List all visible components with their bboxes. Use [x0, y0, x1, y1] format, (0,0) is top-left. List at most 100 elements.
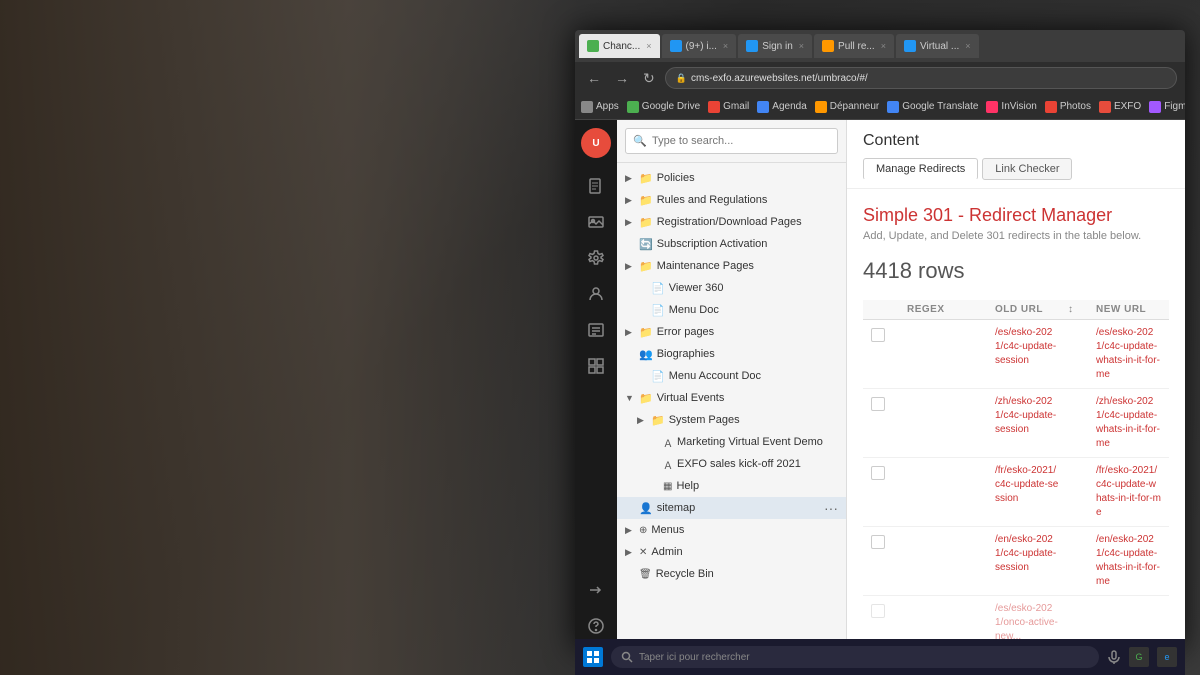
tree-arrow: ▶	[625, 261, 635, 272]
bookmark-photos[interactable]: Photos	[1045, 101, 1091, 113]
tab-manage-redirects[interactable]: Manage Redirects	[863, 158, 978, 180]
search-taskbar[interactable]: Taper ici pour rechercher	[611, 646, 1099, 668]
table-row[interactable]: /fr/esko-2021/c4c-update-session /fr/esk…	[863, 458, 1169, 527]
dashboard-icon	[588, 358, 604, 374]
taskbar-app-2[interactable]: e	[1157, 647, 1177, 667]
table-icon: ▦	[663, 481, 672, 492]
sidebar-item-settings[interactable]	[580, 242, 612, 274]
tree-item-sitemap[interactable]: 👤 sitemap ···	[617, 497, 846, 519]
sidebar-item-dashboard[interactable]	[580, 350, 612, 382]
back-button[interactable]: ←	[583, 68, 605, 88]
microphone-icon[interactable]	[1107, 650, 1121, 664]
row-old-url[interactable]: /es/esko-2021/c4c-update-session	[995, 326, 1060, 368]
row-new-url[interactable]: /fr/esko-2021/c4c-update-whats-in-it-for…	[1096, 464, 1161, 520]
tab-2[interactable]: Sign in ×	[738, 34, 812, 58]
bookmark-agenda[interactable]: Agenda	[757, 101, 806, 113]
tree-item-help[interactable]: ▦ Help	[617, 475, 846, 497]
sidebar-logo[interactable]: U	[581, 128, 611, 158]
content-icon	[588, 178, 604, 194]
tree-item-recycle-bin[interactable]: 🗑 Recycle Bin	[617, 563, 846, 585]
row-checkbox[interactable]	[871, 466, 885, 480]
search-wrap: 🔍	[625, 128, 838, 154]
row-old-url[interactable]: /en/esko-2021/c4c-update-session	[995, 533, 1060, 575]
bookmark-google-drive[interactable]: Google Drive	[627, 101, 700, 113]
tree-item-system-pages[interactable]: ▶ 📁 System Pages	[617, 409, 846, 431]
sidebar-item-media[interactable]	[580, 206, 612, 238]
sidebar-item-users[interactable]	[580, 278, 612, 310]
tree-item-virtual-events[interactable]: ▼ 📁 Virtual Events	[617, 387, 846, 409]
tab-close[interactable]: ×	[799, 41, 804, 51]
row-checkbox[interactable]	[871, 604, 885, 618]
bookmark-apps[interactable]: Apps	[581, 101, 619, 113]
rows-count: 4418 rows	[863, 258, 1169, 284]
row-checkbox[interactable]	[871, 328, 885, 342]
bookmark-depanneur[interactable]: Dépanneur	[815, 101, 879, 113]
more-options-icon[interactable]: ···	[824, 500, 838, 516]
tab-4[interactable]: Virtual ... ×	[896, 34, 979, 58]
tree-item-viewer360[interactable]: 📄 Viewer 360	[617, 277, 846, 299]
tab-link-checker[interactable]: Link Checker	[982, 158, 1072, 180]
tabs-row: Manage Redirects Link Checker	[863, 158, 1169, 180]
row-checkbox[interactable]	[871, 535, 885, 549]
tree-item-menus[interactable]: ▶ ⊕ Menus	[617, 519, 846, 541]
sidebar-item-redirect[interactable]	[580, 574, 612, 606]
tree-item-subscription[interactable]: 🔄 Subscription Activation	[617, 233, 846, 255]
bookmark-label: EXFO	[1114, 101, 1141, 112]
person-overlay	[0, 0, 580, 675]
tree-item-exfo-sales[interactable]: Ａ EXFO sales kick-off 2021	[617, 453, 846, 475]
sidebar-item-content[interactable]	[580, 170, 612, 202]
tree-item-policies[interactable]: ▶ 📁 Policies	[617, 167, 846, 189]
bookmarks-bar: Apps Google Drive Gmail Agenda Dépanneur…	[575, 94, 1185, 120]
tree-label: Recycle Bin	[656, 568, 838, 580]
tree-item-maintenance[interactable]: ▶ 📁 Maintenance Pages	[617, 255, 846, 277]
tab-active[interactable]: Chanc... ×	[579, 34, 660, 58]
bookmark-label: Gmail	[723, 101, 749, 112]
tree-item-error-pages[interactable]: ▶ 📁 Error pages	[617, 321, 846, 343]
bookmark-gmail[interactable]: Gmail	[708, 101, 749, 113]
table-row[interactable]: /zh/esko-2021/c4c-update-session /zh/esk…	[863, 389, 1169, 458]
sidebar-item-help[interactable]	[580, 610, 612, 642]
bookmark-label: Agenda	[772, 101, 806, 112]
bookmark-label: Dépanneur	[830, 101, 879, 112]
tree-item-biographies[interactable]: 👥 Biographies	[617, 343, 846, 365]
tree-item-marketing-virtual[interactable]: Ａ Marketing Virtual Event Demo	[617, 431, 846, 453]
tab-close[interactable]: ×	[646, 41, 651, 51]
tree-item-rules-regulations[interactable]: ▶ 📁 Rules and Regulations	[617, 189, 846, 211]
tree-item-menu-account[interactable]: 📄 Menu Account Doc	[617, 365, 846, 387]
sidebar-item-forms[interactable]	[580, 314, 612, 346]
redirect-icon	[588, 582, 604, 598]
search-input[interactable]	[625, 128, 838, 154]
tree-item-registration[interactable]: ▶ 📁 Registration/Download Pages	[617, 211, 846, 233]
bookmark-label: Google Drive	[642, 101, 700, 112]
tree-item-admin[interactable]: ▶ ✕ Admin	[617, 541, 846, 563]
row-new-url[interactable]: /zh/esko-2021/c4c-update-whats-in-it-for…	[1096, 395, 1161, 451]
bookmark-exfo[interactable]: EXFO	[1099, 101, 1141, 113]
row-checkbox[interactable]	[871, 397, 885, 411]
settings-icon	[588, 250, 604, 266]
header-sort[interactable]: ↕	[1068, 304, 1088, 315]
bookmark-invision[interactable]: InVision	[986, 101, 1036, 113]
tab-close[interactable]: ×	[723, 41, 728, 51]
bookmark-figma[interactable]: Figma	[1149, 101, 1185, 113]
bookmark-translate[interactable]: Google Translate	[887, 101, 978, 113]
row-old-url[interactable]: /fr/esko-2021/c4c-update-session	[995, 464, 1060, 506]
app-area: U	[575, 120, 1185, 650]
tab-close[interactable]: ×	[965, 41, 970, 51]
tab-1[interactable]: (9+) i... ×	[662, 34, 737, 58]
tab-close[interactable]: ×	[881, 41, 886, 51]
row-new-url[interactable]: /es/esko-2021/c4c-update-whats-in-it-for…	[1096, 326, 1161, 382]
forward-button[interactable]: →	[611, 68, 633, 88]
row-old-url[interactable]: /zh/esko-2021/c4c-update-session	[995, 395, 1060, 437]
address-bar[interactable]: 🔒 cms-exfo.azurewebsites.net/umbraco/#/	[665, 67, 1177, 89]
table-row[interactable]: /en/esko-2021/c4c-update-session /en/esk…	[863, 527, 1169, 596]
windows-button[interactable]	[583, 647, 603, 667]
row-old-url[interactable]: /es/esko-2021/onco-active-new...	[995, 602, 1060, 644]
table-row[interactable]: /es/esko-2021/c4c-update-session /es/esk…	[863, 320, 1169, 389]
row-new-url[interactable]: /en/esko-2021/c4c-update-whats-in-it-for…	[1096, 533, 1161, 589]
tree-label: Policies	[657, 172, 838, 184]
tab-3[interactable]: Pull re... ×	[814, 34, 894, 58]
reload-button[interactable]: ↻	[639, 68, 659, 89]
tab-label: Pull re...	[838, 41, 875, 52]
taskbar-app-1[interactable]: G	[1129, 647, 1149, 667]
tree-item-menu-doc[interactable]: 📄 Menu Doc	[617, 299, 846, 321]
